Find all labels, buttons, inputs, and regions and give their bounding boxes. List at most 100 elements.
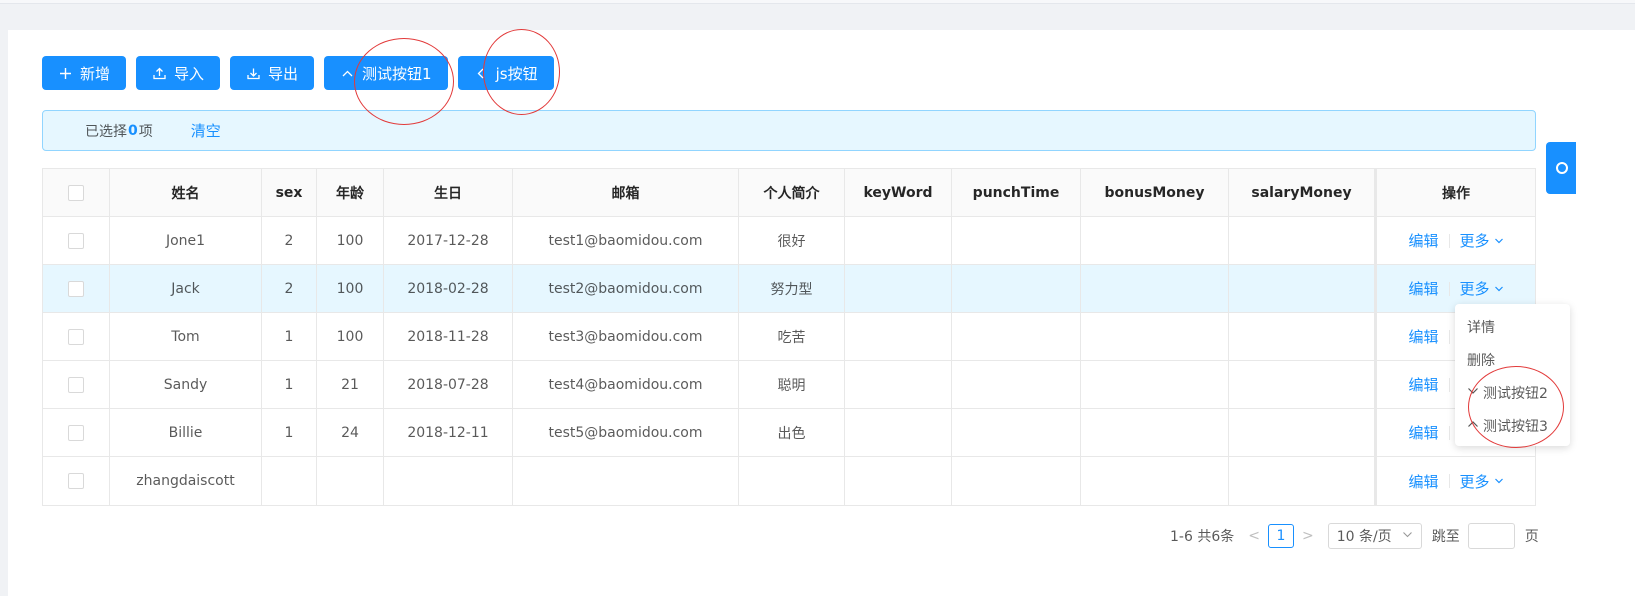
prev-page-icon[interactable]: <	[1248, 528, 1260, 544]
dropdown-item-test-3[interactable]: 测试按钮3	[1455, 409, 1570, 442]
pagination: 1-6 共6条 < 1 > 10 条/页 跳至 页	[1170, 523, 1539, 549]
more-dropdown-menu: 详情 删除 测试按钮2 测试按钮3	[1455, 304, 1570, 446]
cell-email: test4@baomidou.com	[513, 361, 739, 408]
cell-intro: 吃苦	[739, 313, 845, 360]
edit-link[interactable]: 编辑	[1408, 278, 1438, 299]
cell-email	[513, 457, 739, 505]
cell-age: 100	[317, 265, 384, 312]
select-all-checkbox[interactable]	[68, 184, 84, 201]
chevron-up-icon	[1467, 418, 1479, 434]
gear-icon	[1554, 160, 1568, 180]
row-actions: 编辑 更多	[1375, 457, 1535, 505]
dropdown-item-detail[interactable]: 详情	[1455, 310, 1570, 343]
empty-cell	[1081, 217, 1229, 264]
cell-email: test5@baomidou.com	[513, 409, 739, 456]
empty-cell	[1229, 265, 1375, 312]
cell-name: Jack	[110, 265, 262, 312]
empty-cell	[952, 361, 1081, 408]
more-dropdown-trigger[interactable]: 更多	[1460, 230, 1504, 251]
row-checkbox[interactable]	[68, 232, 84, 249]
more-label: 更多	[1459, 280, 1490, 298]
test-button-1[interactable]: 测试按钮1	[324, 56, 448, 90]
cell-age	[317, 457, 384, 505]
page-number-current[interactable]: 1	[1267, 524, 1294, 548]
cell-sex: 2	[262, 217, 317, 264]
column-header: salaryMoney	[1229, 169, 1375, 216]
column-header: keyWord	[845, 169, 952, 216]
export-button[interactable]: 导出	[230, 56, 315, 90]
more-dropdown-trigger[interactable]: 更多	[1460, 278, 1504, 299]
table-header: 姓名 sex 年龄 生日 邮箱 个人简介 keyWord punchTime b…	[43, 169, 1535, 217]
selection-count: 0	[128, 122, 138, 139]
cell-sex	[262, 457, 317, 505]
clear-selection-link[interactable]: 清空	[191, 120, 221, 141]
empty-cell	[845, 409, 952, 456]
edit-link[interactable]: 编辑	[1408, 471, 1438, 492]
download-icon	[246, 66, 260, 80]
chevron-down-icon	[1494, 238, 1503, 243]
selection-prefix: 已选择	[85, 123, 127, 140]
page-unit-label: 页	[1524, 529, 1539, 545]
next-page-icon[interactable]: >	[1302, 528, 1314, 544]
cell-birthday: 2018-12-11	[384, 409, 513, 456]
column-header: 个人简介	[739, 169, 845, 216]
row-checkbox[interactable]	[68, 328, 84, 345]
empty-cell	[845, 457, 952, 505]
cell-name: zhangdaiscott	[110, 457, 262, 505]
settings-drawer-handle[interactable]	[1546, 142, 1576, 194]
chevron-down-icon	[1494, 478, 1503, 484]
chevron-down-icon	[1402, 528, 1413, 544]
more-label: 更多	[1459, 472, 1490, 491]
add-button[interactable]: 新增	[42, 56, 127, 90]
cell-birthday: 2018-11-28	[384, 313, 513, 360]
jump-page-input[interactable]	[1467, 523, 1515, 549]
row-checkbox[interactable]	[68, 280, 84, 297]
cell-birthday: 2018-07-28	[384, 361, 513, 408]
cell-name: Sandy	[110, 361, 262, 408]
plus-icon	[58, 66, 72, 80]
data-table: 姓名 sex 年龄 生日 邮箱 个人简介 keyWord punchTime b…	[42, 168, 1536, 506]
cell-name: Billie	[110, 409, 262, 456]
dropdown-item-label: 详情	[1467, 319, 1495, 336]
row-checkbox[interactable]	[68, 376, 84, 393]
table-row: zhangdaiscott 编辑 更多	[43, 457, 1535, 505]
action-divider	[1448, 329, 1450, 344]
selection-suffix: 项	[138, 123, 153, 140]
row-checkbox[interactable]	[68, 424, 84, 441]
edit-link[interactable]: 编辑	[1408, 422, 1438, 443]
column-header: 年龄	[317, 169, 384, 216]
dropdown-item-label: 删除	[1467, 352, 1495, 369]
page-size-value: 10 条/页	[1336, 529, 1392, 545]
cell-name: Jone1	[110, 217, 262, 264]
empty-cell	[952, 457, 1081, 505]
edit-link[interactable]: 编辑	[1408, 326, 1438, 347]
js-button[interactable]: js按钮	[457, 56, 554, 90]
column-header: 姓名	[110, 169, 262, 216]
action-divider	[1448, 281, 1450, 296]
cell-sex: 2	[262, 265, 317, 312]
dropdown-item-delete[interactable]: 删除	[1455, 343, 1570, 376]
pagination-summary: 1-6 共6条	[1170, 529, 1235, 545]
chevron-left-icon	[474, 66, 488, 80]
cell-birthday	[384, 457, 513, 505]
edit-link[interactable]: 编辑	[1408, 230, 1438, 251]
top-strip	[0, 0, 1635, 4]
test-button-1-label: 测试按钮1	[362, 64, 432, 83]
edit-link[interactable]: 编辑	[1408, 374, 1438, 395]
empty-cell	[952, 409, 1081, 456]
empty-cell	[952, 217, 1081, 264]
page-size-select[interactable]: 10 条/页	[1327, 523, 1422, 549]
row-checkbox[interactable]	[68, 473, 84, 489]
more-dropdown-trigger[interactable]: 更多	[1460, 471, 1504, 492]
column-header: 操作	[1375, 169, 1535, 216]
empty-cell	[1081, 409, 1229, 456]
column-header: 生日	[384, 169, 513, 216]
column-header: punchTime	[952, 169, 1081, 216]
empty-cell	[952, 265, 1081, 312]
column-header: bonusMoney	[1081, 169, 1229, 216]
empty-cell	[952, 313, 1081, 360]
dropdown-item-test-2[interactable]: 测试按钮2	[1455, 376, 1570, 409]
empty-cell	[1229, 313, 1375, 360]
import-button[interactable]: 导入	[136, 56, 221, 90]
add-button-label: 新增	[80, 64, 111, 83]
